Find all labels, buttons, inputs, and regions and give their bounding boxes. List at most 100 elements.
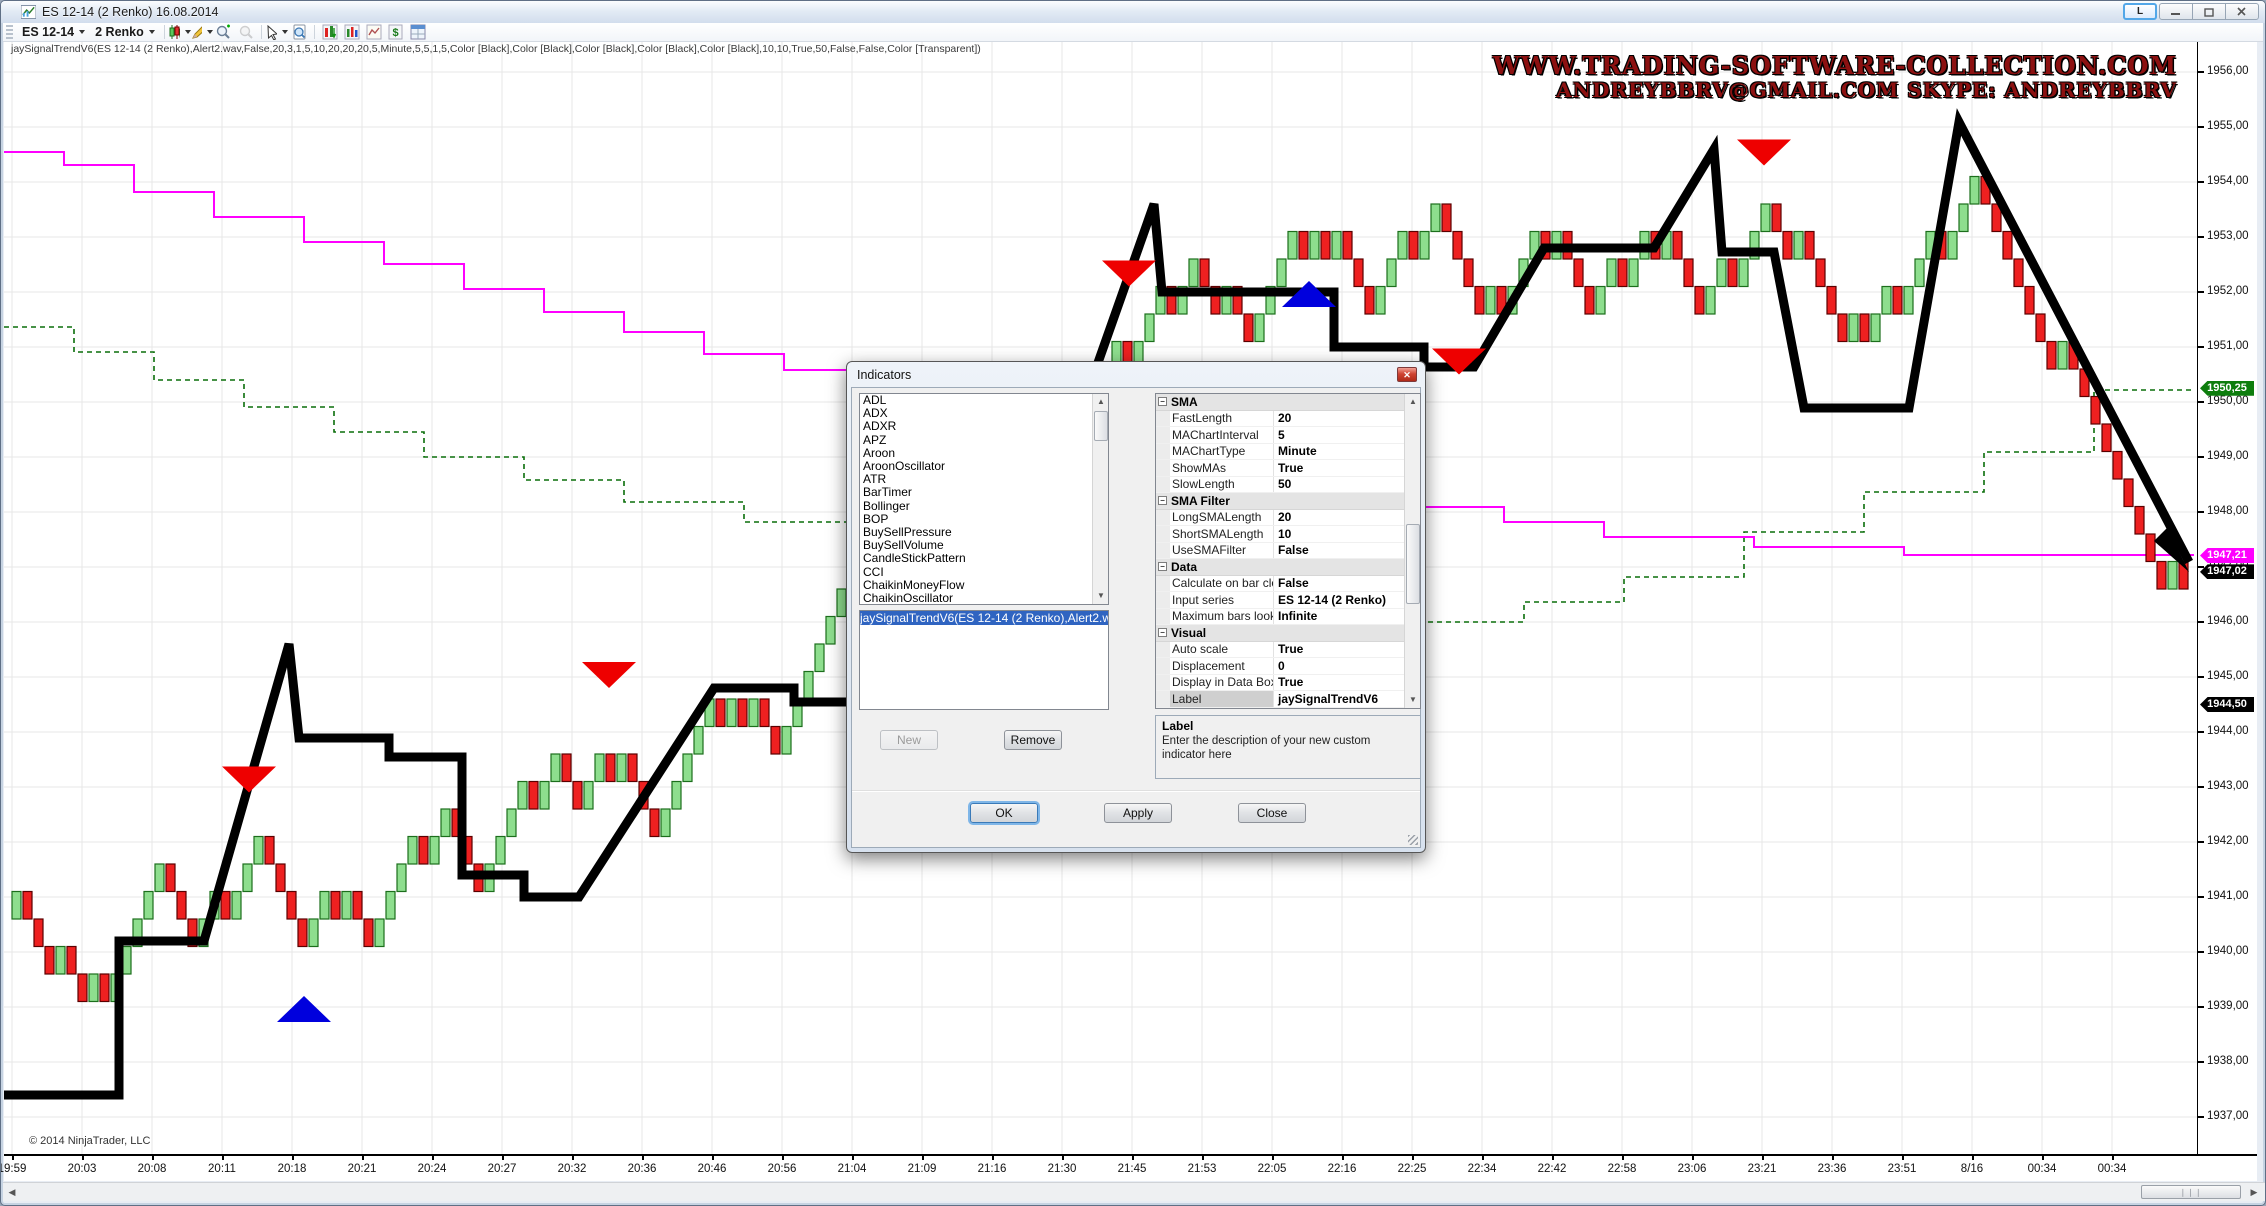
collapse-icon[interactable]: − [1158, 628, 1167, 637]
property-row[interactable]: ShowMAsTrue [1156, 460, 1420, 477]
price-axis[interactable]: 1956,001955,001954,001953,001952,001951,… [2197, 42, 2257, 1154]
scrollbar-thumb[interactable] [1094, 411, 1108, 441]
time-tick [432, 1154, 434, 1160]
property-row[interactable]: FastLength20 [1156, 411, 1420, 428]
scroll-left-arrow[interactable]: ◀ [5, 1186, 19, 1199]
property-category-row[interactable]: −SMA Filter [1156, 493, 1420, 510]
period-selector[interactable]: 2 Renko [90, 24, 160, 41]
time-tick [1832, 1154, 1834, 1160]
property-row[interactable]: LongSMALength20 [1156, 510, 1420, 527]
restore-button[interactable] [2192, 3, 2226, 20]
renko-up-brick [837, 589, 846, 617]
property-row[interactable]: Input seriesES 12-14 (2 Renko) [1156, 592, 1420, 609]
toolbar-grip[interactable] [6, 25, 13, 39]
zoom-out-icon [238, 24, 254, 40]
apply-button[interactable]: Apply [1104, 803, 1172, 823]
fx-board-button[interactable] [407, 24, 429, 41]
property-grid[interactable]: −SMAFastLength20MAChartInterval5MAChartT… [1155, 393, 1421, 709]
indicator-list-item[interactable]: BarTimer [860, 486, 1108, 499]
time-tick-label: 20:36 [628, 1163, 657, 1175]
zoom-out-button[interactable] [235, 24, 257, 41]
property-row[interactable]: SlowLength50 [1156, 477, 1420, 494]
property-row[interactable]: Display in Data BoxTrue [1156, 675, 1420, 692]
renko-down-brick [1684, 259, 1693, 287]
close-dialog-button[interactable]: Close [1238, 803, 1306, 823]
mini-chart-button[interactable] [363, 24, 385, 41]
time-tick-label: 00:34 [2098, 1163, 2127, 1175]
magnifier-doc-icon [291, 24, 307, 40]
renko-down-brick [331, 892, 340, 920]
indicator-list-item[interactable]: ADL [860, 394, 1108, 407]
property-row[interactable]: ShortSMALength10 [1156, 526, 1420, 543]
property-row[interactable]: PanelSame as input series ▼ [1156, 708, 1420, 710]
time-tick-label: 20:21 [348, 1163, 377, 1175]
horizontal-scrollbar[interactable]: ◀ ❘❘❘ ▶ [3, 1182, 2265, 1201]
row-indent [1156, 427, 1170, 443]
scroll-right-arrow[interactable]: ▶ [2247, 1186, 2261, 1199]
property-row[interactable]: Maximum bars look baInfinite [1156, 609, 1420, 626]
dialog-title-bar[interactable]: Indicators [847, 362, 1425, 387]
property-row[interactable]: MAChartInterval5 [1156, 427, 1420, 444]
indicator-listbox[interactable]: ADLADXADXRAPZAroonAroonOscillatorATRBarT… [859, 393, 1109, 605]
property-row[interactable]: LabeljaySignalTrendV6 [1156, 691, 1420, 708]
title-bar[interactable]: ES 12-14 (2 Renko) 16.08.2014 [1, 1, 2265, 23]
property-row[interactable]: UseSMAFilterFalse [1156, 543, 1420, 560]
listbox-scrollbar[interactable]: ▲ ▼ [1092, 394, 1108, 604]
time-tick [1902, 1154, 1904, 1160]
ok-button[interactable]: OK [970, 803, 1038, 823]
renko-down-brick [1893, 287, 1902, 315]
row-indent [1156, 675, 1170, 691]
property-row[interactable]: Displacement0 [1156, 658, 1420, 675]
chart-style-button[interactable] [169, 24, 191, 41]
remove-button[interactable]: Remove [1004, 730, 1062, 750]
chart-toolbar: ES 12-14 2 Renko [3, 23, 2263, 42]
property-category-row[interactable]: −SMA [1156, 394, 1420, 411]
cursor-tool-button[interactable] [266, 24, 288, 41]
indicator-list-item[interactable]: ADX [860, 407, 1108, 420]
indicator-list-item[interactable]: ADXR [860, 420, 1108, 433]
link-button[interactable]: L [2123, 3, 2157, 20]
applied-indicators-box[interactable]: jaySignalTrendV6(ES 12-14 (2 Renko),Aler… [859, 610, 1109, 710]
new-button[interactable]: New [880, 730, 938, 750]
zoom-in-button[interactable] [213, 24, 235, 41]
property-row[interactable]: Auto scaleTrue [1156, 642, 1420, 659]
indicator-list-item[interactable]: Bollinger [860, 500, 1108, 513]
account-button[interactable]: $ [385, 24, 407, 41]
dialog-close-button[interactable]: ✕ [1397, 367, 1417, 382]
indicator-list-item[interactable]: ChaikinOscillator [860, 592, 1108, 605]
data-box-button[interactable] [288, 24, 310, 41]
drawing-tools-button[interactable] [191, 24, 213, 41]
renko-down-brick [1805, 232, 1814, 260]
indicator-list-item[interactable]: CCI [860, 566, 1108, 579]
chart-trader-button[interactable] [319, 24, 341, 41]
collapse-icon[interactable]: − [1158, 496, 1167, 505]
time-axis[interactable]: 19:5920:0320:0820:1120:1820:2120:2420:27… [4, 1154, 2257, 1181]
property-category-row[interactable]: −Visual [1156, 625, 1420, 642]
scroll-down-arrow[interactable]: ▼ [1094, 589, 1108, 603]
close-button[interactable] [2225, 3, 2259, 20]
scroll-down-arrow[interactable]: ▼ [1406, 693, 1420, 707]
dialog-resize-grip[interactable] [1408, 835, 1418, 845]
collapse-icon[interactable]: − [1158, 562, 1167, 571]
minimize-button[interactable] [2159, 3, 2193, 20]
renko-down-brick [2102, 424, 2111, 452]
renko-up-brick [155, 864, 164, 892]
property-row[interactable]: Calculate on bar closeFalse [1156, 576, 1420, 593]
collapse-icon[interactable]: − [1158, 397, 1167, 406]
row-indent [1156, 510, 1170, 526]
instrument-selector[interactable]: ES 12-14 [17, 24, 90, 41]
scroll-up-arrow[interactable]: ▲ [1406, 395, 1420, 409]
market-analyzer-button[interactable] [341, 24, 363, 41]
indicator-list-item[interactable]: AroonOscillator [860, 460, 1108, 473]
property-grid-scrollbar[interactable]: ▲ ▼ [1404, 394, 1420, 708]
applied-indicator-entry[interactable]: jaySignalTrendV6(ES 12-14 (2 Renko),Aler… [860, 611, 1108, 625]
renko-down-brick [771, 727, 780, 755]
property-category-row[interactable]: −Data [1156, 559, 1420, 576]
scrollbar-thumb[interactable]: ❘❘❘ [2141, 1185, 2241, 1199]
renko-down-brick [419, 837, 428, 865]
scrollbar-thumb[interactable] [1406, 524, 1420, 604]
scroll-up-arrow[interactable]: ▲ [1094, 395, 1108, 409]
indicator-list-item[interactable]: APZ [860, 434, 1108, 447]
indicator-list-item[interactable]: CandleStickPattern [860, 552, 1108, 565]
property-row[interactable]: MAChartTypeMinute [1156, 444, 1420, 461]
